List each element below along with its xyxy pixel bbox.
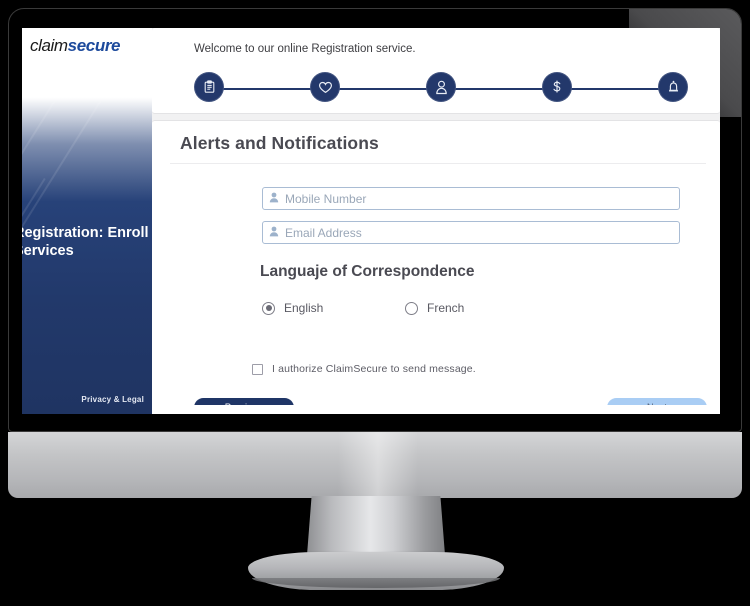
email-address-input[interactable]: Email Address	[262, 221, 680, 244]
person-icon	[269, 190, 279, 208]
language-radio-group: English French	[262, 301, 592, 319]
language-section-title: Languaje of Correspondence	[260, 263, 475, 280]
radio-french-label: French	[427, 301, 465, 315]
radio-english-control[interactable]	[262, 301, 275, 315]
welcome-card: Welcome to our online Registration servi…	[152, 28, 720, 114]
monitor-screen: claimsecure Registration: Enroll Service…	[22, 28, 720, 414]
clipboard-icon	[203, 80, 216, 94]
radio-french-control[interactable]	[405, 301, 418, 315]
chin-highlight	[338, 432, 418, 498]
authorization-label: I authorize ClaimSecure to send message.	[272, 363, 476, 375]
radio-option-french[interactable]: French	[405, 301, 464, 315]
monitor-chin	[8, 432, 742, 498]
mobile-number-input[interactable]: Mobile Number	[262, 187, 680, 210]
sidebar-decorative-streaks	[22, 28, 152, 414]
welcome-message: Welcome to our online Registration servi…	[194, 43, 416, 55]
radio-english-label: English	[284, 301, 324, 315]
stepper-step-5[interactable]	[658, 72, 688, 102]
stepper-step-4[interactable]	[542, 72, 572, 102]
stepper-step-1[interactable]	[194, 72, 224, 102]
mobile-number-placeholder: Mobile Number	[285, 191, 367, 206]
stepper-step-2[interactable]	[310, 72, 340, 102]
bell-icon	[667, 80, 680, 95]
registration-stepper	[194, 72, 690, 106]
sidebar-page-title: Registration: Enroll Services	[22, 225, 149, 260]
card-footer-strip	[152, 405, 720, 414]
screenshot-stage: claimsecure Registration: Enroll Service…	[0, 0, 750, 606]
authorization-consent-row[interactable]: I authorize ClaimSecure to send message.	[252, 363, 476, 375]
sidebar-panel: claimsecure Registration: Enroll Service…	[22, 28, 152, 414]
logo-text-claim: claim	[30, 36, 68, 55]
email-address-placeholder: Email Address	[285, 225, 362, 240]
page-title: Alerts and Notifications	[180, 133, 379, 153]
person-icon	[435, 80, 448, 95]
main-content: Welcome to our online Registration servi…	[152, 28, 720, 414]
privacy-legal-link[interactable]: Privacy & Legal	[81, 395, 144, 404]
alerts-notifications-card: Alerts and Notifications Mobile Number E…	[152, 120, 720, 414]
title-divider	[170, 163, 706, 164]
authorization-checkbox[interactable]	[252, 363, 263, 375]
dollar-icon	[551, 80, 563, 95]
logo-text-secure: secure	[67, 36, 121, 55]
stepper-step-3[interactable]	[426, 72, 456, 102]
claimsecure-logo: claimsecure	[30, 36, 120, 56]
person-icon	[269, 224, 279, 242]
radio-option-english[interactable]: English	[262, 301, 323, 315]
heart-icon	[318, 81, 333, 94]
